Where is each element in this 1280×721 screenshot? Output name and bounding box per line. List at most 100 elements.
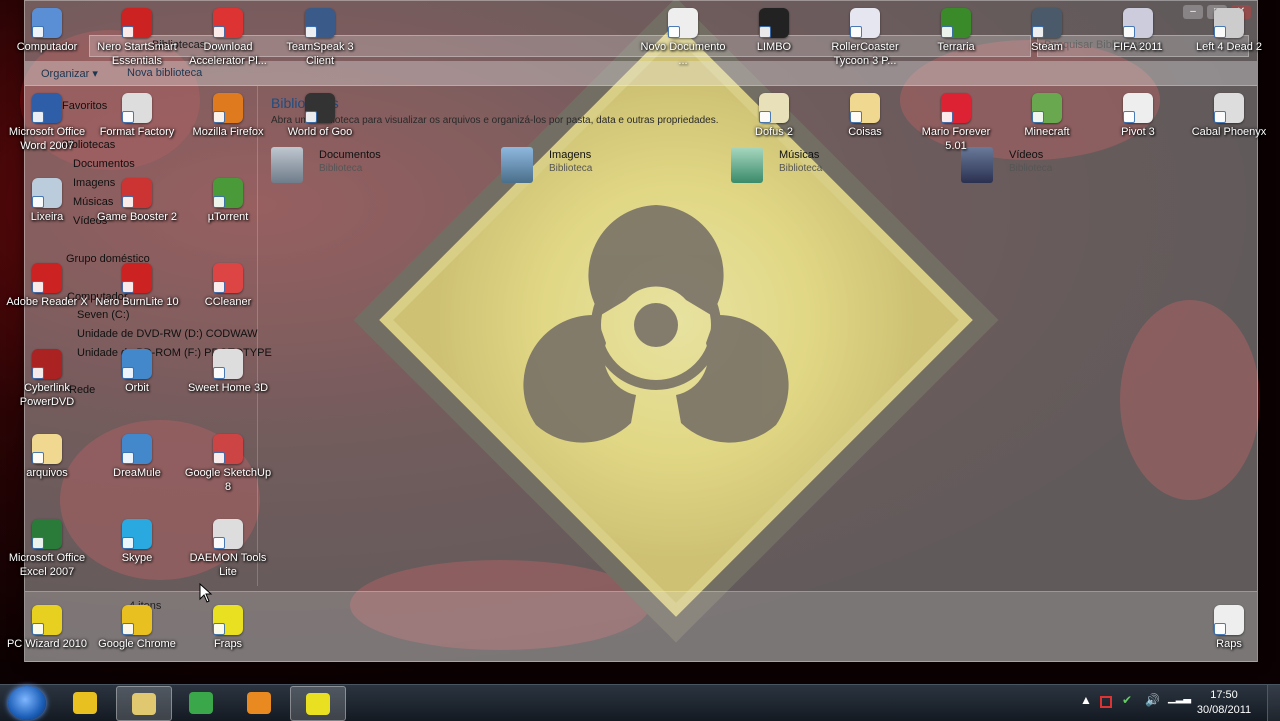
orbit-icon [122, 349, 152, 379]
start-button[interactable] [8, 686, 46, 720]
mouse-cursor-icon [199, 583, 213, 603]
clock[interactable]: 17:50 30/08/2011 [1194, 688, 1254, 718]
desktop-icon[interactable]: RollerCoaster Tycoon 3 P... [820, 8, 910, 68]
desktop-icon-label: Dofus 2 [755, 126, 793, 138]
desktop-icon[interactable]: Steam [1002, 8, 1092, 54]
desktop-icon[interactable]: DreaMule [92, 434, 182, 480]
desktop-icon[interactable]: DAEMON Tools Lite [183, 519, 273, 579]
desktop-icon-label: Game Booster 2 [96, 211, 178, 223]
desktop-icon[interactable]: Raps [1184, 605, 1274, 651]
desktop-icon[interactable]: Google Chrome [92, 605, 182, 651]
desktop-icon[interactable]: Orbit [92, 349, 182, 395]
desktop-icon[interactable]: Minecraft [1002, 93, 1092, 139]
desktop-icon-label: Format Factory [99, 126, 175, 138]
desktop-icon-label: RollerCoaster Tycoon 3 P... [831, 41, 899, 67]
desktop-icon[interactable]: Computador [2, 8, 92, 54]
desktop-icon[interactable]: Sweet Home 3D [183, 349, 273, 395]
fifa-icon [1123, 8, 1153, 38]
word-icon [32, 93, 62, 123]
desktop-icon[interactable]: Nero StartSmart Essentials [92, 8, 182, 68]
library-music[interactable]: Músicas Biblioteca [731, 147, 921, 187]
signal-icon[interactable]: ▁▂▃ [1168, 693, 1191, 704]
desktop-icon[interactable]: CCleaner [183, 263, 273, 309]
desktop-icon[interactable]: Cabal Phoenyx [1184, 93, 1274, 139]
desktop-icon[interactable]: Adobe Reader X [2, 263, 92, 309]
nero-burnlite-icon [122, 263, 152, 293]
desktop-icon[interactable]: Left 4 Dead 2 [1184, 8, 1274, 54]
desktop-icon[interactable]: World of Goo [275, 93, 365, 139]
volume-icon[interactable]: 🔊 [1145, 693, 1160, 707]
folder-icon [850, 93, 880, 123]
chrome-icon [122, 605, 152, 635]
desktop-icon[interactable]: FIFA 2011 [1093, 8, 1183, 54]
desktop-icon[interactable]: Dofus 2 [729, 93, 819, 139]
desktop-icon[interactable]: TeamSpeak 3 Client [275, 8, 365, 68]
taskbar-button[interactable] [232, 686, 286, 719]
taskbar-button[interactable] [290, 686, 346, 721]
media-player-icon [247, 692, 271, 714]
desktop-icon-label: Lixeira [30, 211, 64, 223]
desktop-icon-label: Cyberlink PowerDVD [19, 382, 75, 408]
document-icon [668, 8, 698, 38]
library-videos[interactable]: Vídeos Biblioteca [961, 147, 1151, 187]
ccleaner-icon [213, 263, 243, 293]
desktop-icon[interactable]: Lixeira [2, 178, 92, 224]
gamebooster-icon [122, 178, 152, 208]
desktop-icon[interactable]: arquivos [2, 434, 92, 480]
desktop-icon[interactable]: Mozilla Firefox [183, 93, 273, 139]
nav-documents[interactable]: Documentos [73, 158, 135, 170]
new-library-button[interactable]: Nova biblioteca [127, 67, 202, 79]
pivot-icon [1123, 93, 1153, 123]
show-hidden-icons-icon[interactable]: ▲ [1080, 693, 1092, 707]
desktop-icon[interactable]: Coisas [820, 93, 910, 139]
dofus-icon [759, 93, 789, 123]
desktop-icon[interactable]: LIMBO [729, 8, 819, 54]
computer-icon [32, 8, 62, 38]
formatfactory-icon [122, 93, 152, 123]
sweethome-icon [213, 349, 243, 379]
desktop-icon[interactable]: Novo Documento ... [638, 8, 728, 68]
desktop-icon[interactable]: PC Wizard 2010 [2, 605, 92, 651]
adobe-reader-icon [32, 263, 62, 293]
taskbar-button[interactable] [58, 686, 112, 719]
nav-drive-c[interactable]: Seven (C:) [77, 309, 130, 321]
desktop-icon[interactable]: Skype [92, 519, 182, 565]
document-icon [1214, 605, 1244, 635]
tray-app-icon[interactable] [1100, 696, 1112, 708]
desktop-icon-label: PC Wizard 2010 [6, 638, 88, 650]
desktop-icon[interactable]: Format Factory [92, 93, 182, 139]
show-desktop-button[interactable] [1267, 685, 1280, 721]
desktop-icon[interactable]: Mario Forever 5.01 [911, 93, 1001, 153]
desktop-icon[interactable]: Cyberlink PowerDVD [2, 349, 92, 409]
desktop-icon[interactable]: Nero BurnLite 10 [92, 263, 182, 309]
desktop-icon[interactable]: Terraria [911, 8, 1001, 54]
desktop-icon[interactable]: Pivot 3 [1093, 93, 1183, 139]
library-images[interactable]: Imagens Biblioteca [501, 147, 691, 187]
taskbar-button[interactable] [174, 686, 228, 719]
taskbar-button[interactable] [116, 686, 172, 721]
pcwizard-icon [32, 605, 62, 635]
utorrent-icon [213, 178, 243, 208]
network-status-icon[interactable]: ✔ [1122, 693, 1132, 707]
organize-button[interactable]: Organizar ▾ [41, 67, 98, 80]
desktop-icon[interactable]: Game Booster 2 [92, 178, 182, 224]
desktop-icon-label: FIFA 2011 [1113, 41, 1163, 53]
desktop-icon[interactable]: Download Accelerator Pl... [183, 8, 273, 68]
dap-icon [213, 8, 243, 38]
minecraft-icon [1032, 93, 1062, 123]
worldofgoo-icon [305, 93, 335, 123]
desktop-icon-label: Orbit [125, 382, 149, 394]
desktop-icon[interactable]: Fraps [183, 605, 273, 651]
desktop-icon-label: Adobe Reader X [6, 296, 88, 308]
desktop-icon[interactable]: Google SketchUp 8 [183, 434, 273, 494]
nav-drive-d[interactable]: Unidade de DVD-RW (D:) CODWAW [77, 328, 258, 340]
firefox-icon [213, 93, 243, 123]
desktop-icon[interactable]: Microsoft Office Excel 2007 [2, 519, 92, 579]
desktop-icon-label: Minecraft [1024, 126, 1070, 138]
desktop-icon[interactable]: µTorrent [183, 178, 273, 224]
library-documents[interactable]: Documentos Biblioteca [271, 147, 461, 187]
desktop-icon[interactable]: Microsoft Office Word 2007 [2, 93, 92, 153]
desktop-icon-label: Novo Documento ... [640, 41, 726, 67]
desktop-icon-label: Raps [1216, 638, 1242, 650]
fraps-icon [306, 693, 330, 715]
